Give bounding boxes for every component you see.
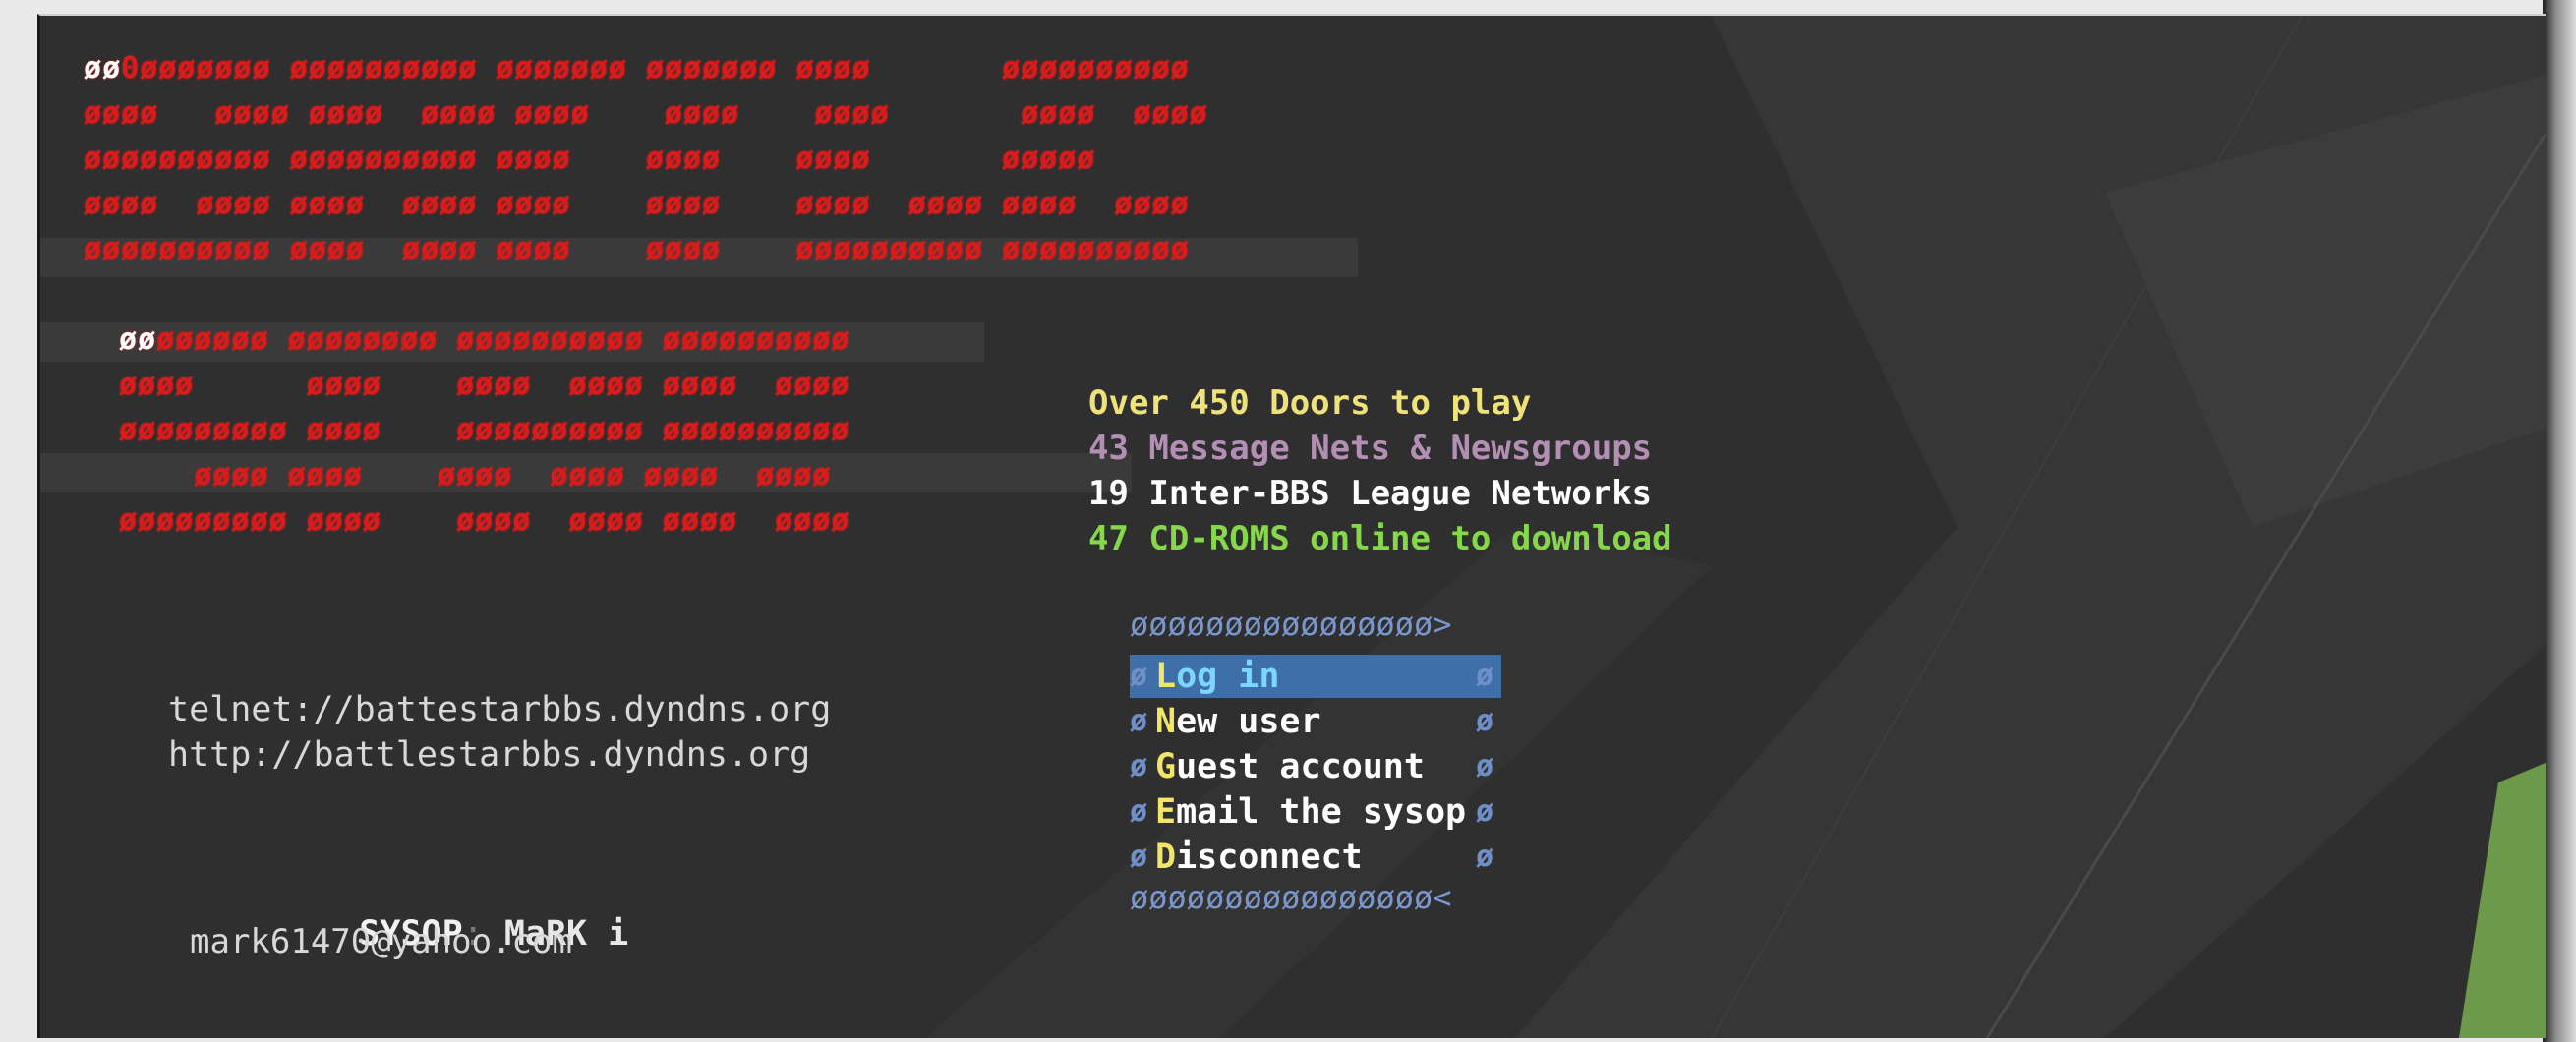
menu-item-label: Email the sysop [1155, 792, 1466, 832]
sysop-email[interactable]: mark61470@yahoo.com [190, 922, 572, 961]
logo-row: øøøø øøøø øøøø øøøø øøøø øøøø øøøø øøøø … [84, 96, 1208, 131]
menu-hotkey: E [1155, 792, 1177, 832]
menu-hotkey: D [1155, 838, 1177, 877]
window-right-edge [2543, 0, 2576, 1042]
menu-item-text: og in [1176, 657, 1280, 696]
menu-item-label: New user [1155, 702, 1321, 741]
menu-left-edge: ø [1130, 839, 1148, 874]
logo-row: øøøøøøøøø øøøø øøøøøøøøøø øøøøøøøøøø [119, 413, 850, 447]
menu-item-text: mail the sysop [1176, 792, 1467, 832]
menu-left-edge: ø [1130, 704, 1148, 738]
menu-left-edge: ø [1130, 659, 1148, 693]
menu-item[interactable]: ø Log in ø [1130, 655, 1501, 698]
menu-item[interactable]: ø New user ø [1130, 700, 1501, 743]
feature-item: 19 Inter-BBS League Networks [1088, 474, 1653, 513]
menu-item-label: Log in [1155, 657, 1279, 696]
menu-item[interactable]: ø Disconnect ø [1130, 836, 1501, 879]
menu-item-text: ew user [1176, 702, 1321, 741]
menu-border-top: øøøøøøøøøøøøøøøø> [1130, 606, 1452, 643]
menu-item-label: Disconnect [1155, 838, 1363, 877]
http-url[interactable]: http://battlestarbbs.dyndns.org [168, 735, 810, 775]
terminal-screen: øø0øøøøøøø øøøøøøøøøø øøøøøøø øøøøøøø øø… [37, 14, 2546, 1038]
logo-row: øøøøøøøøøø øøøø øøøø øøøø øøøø øøøøøøøøø… [84, 232, 1190, 266]
menu-item[interactable]: ø Email the sysop ø [1130, 790, 1501, 834]
logo-row: øøøøøøøøøø øøøøøøøøøø øøøø øøøø øøøø øøø… [84, 142, 1096, 176]
logo-row: øøøø øøøø øøøø øøøø øøøø øøøø [119, 458, 832, 492]
logo-row: øøøø øøøø øøøø øøøø øøøø øøøø øøøø øøøø … [84, 187, 1190, 221]
feature-item: 43 Message Nets & Newsgroups [1088, 429, 1653, 468]
menu-item-label: Guest account [1155, 747, 1425, 786]
logo-row: øø0øøøøøøø øøøøøøøøøø øøøøøøø øøøøøøø øø… [84, 51, 1190, 86]
logo-row: øøøø øøøø øøøø øøøø øøøø øøøø [119, 368, 850, 402]
menu-right-edge: ø [1476, 659, 1494, 693]
menu-right-edge: ø [1476, 749, 1494, 783]
menu-right-edge: ø [1476, 704, 1494, 738]
feature-item: 47 CD-ROMS online to download [1088, 519, 1672, 558]
menu-right-edge: ø [1476, 839, 1494, 874]
menu-item[interactable]: ø Guest account ø [1130, 745, 1501, 788]
menu-item-text: uest account [1176, 747, 1425, 786]
logo-row: øøøøøøøøø øøøø øøøø øøøø øøøø øøøø [119, 503, 850, 538]
telnet-url[interactable]: telnet://battestarbbs.dyndns.org [168, 690, 831, 729]
menu-left-edge: ø [1130, 794, 1148, 829]
logo-row: øøøøøøøø øøøøøøøø øøøøøøøøøø øøøøøøøøøø [119, 322, 850, 357]
menu-hotkey: N [1155, 702, 1177, 741]
feature-item: Over 450 Doors to play [1088, 383, 1532, 423]
menu-hotkey: L [1155, 657, 1177, 696]
menu-hotkey: G [1155, 747, 1177, 786]
menu-left-edge: ø [1130, 749, 1148, 783]
menu-right-edge: ø [1476, 794, 1494, 829]
menu-border-bottom: øøøøøøøøøøøøøøøø< [1130, 879, 1452, 916]
menu-item-text: isconnect [1176, 838, 1363, 877]
